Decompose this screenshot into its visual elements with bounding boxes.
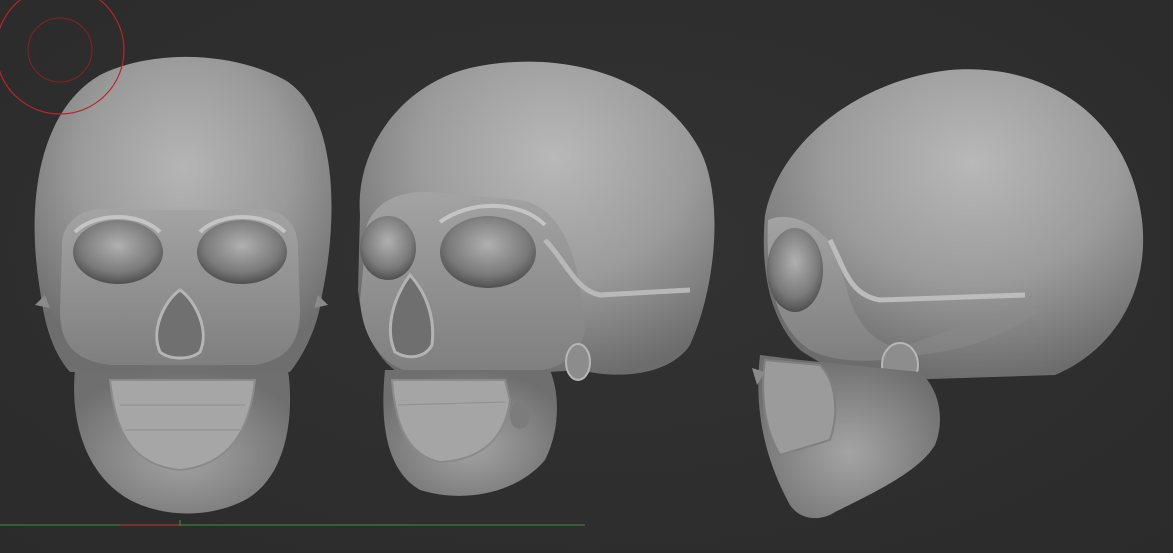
3d-viewport-canvas[interactable]	[0, 0, 1173, 553]
skull-side-eye-socket	[767, 228, 823, 312]
skull-three-quarter-left-eye-socket	[360, 216, 416, 280]
skull-front-left-eye-socket	[73, 220, 163, 284]
skull-three-quarter-ear-canal	[565, 343, 591, 381]
ground-axis	[0, 520, 585, 526]
skull-three-quarter-right-eye-socket	[440, 216, 536, 288]
skull-front-view[interactable]	[34, 56, 332, 514]
skull-three-quarter-mandible-notch	[510, 401, 530, 429]
skull-front-right-eye-socket	[197, 220, 287, 284]
skull-side-view[interactable]	[752, 69, 1144, 519]
brush-inner-ring	[27, 17, 93, 83]
skull-side-teeth	[762, 358, 837, 457]
viewport-scene[interactable]	[0, 0, 1173, 553]
skull-three-quarter-view[interactable]	[358, 61, 715, 496]
